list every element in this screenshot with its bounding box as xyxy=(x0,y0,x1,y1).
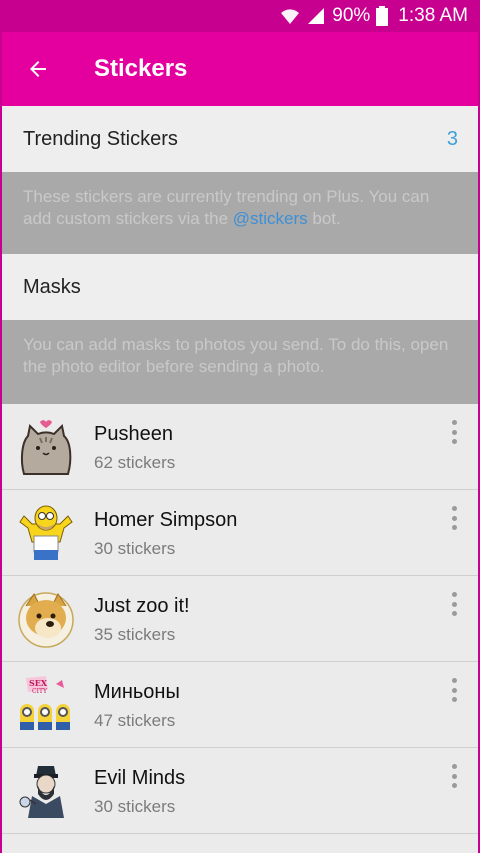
sticker-pack-row[interactable]: Homer Simpson 30 stickers xyxy=(0,490,480,576)
trending-info-tail: bot. xyxy=(307,209,341,228)
battery-icon xyxy=(376,6,389,26)
pack-count: 30 stickers xyxy=(94,796,176,816)
sticker-pack-row[interactable]: Just zoo it! 35 stickers xyxy=(0,576,480,662)
wifi-icon xyxy=(281,9,300,24)
clock: 1:38 AM xyxy=(398,5,468,26)
pack-count: 30 stickers xyxy=(94,538,176,558)
battery-percent: 90% xyxy=(332,5,371,26)
pusheen-cat-icon xyxy=(16,416,76,478)
list-item-partial xyxy=(0,834,480,853)
stickers-bot-link[interactable]: @stickers xyxy=(233,209,308,228)
masks-row[interactable]: Masks xyxy=(0,254,480,320)
sticker-pack-row[interactable]: SEX CITY Миньоны 47 stickers xyxy=(0,662,480,748)
signal-icon xyxy=(308,8,325,24)
pack-name: Homer Simpson xyxy=(94,508,238,531)
masks-info-body: You can add masks to photos you send. To… xyxy=(23,335,449,376)
pack-name: Evil Minds xyxy=(94,766,186,789)
trending-info-text: These stickers are currently trending on… xyxy=(0,172,480,254)
pack-name: Pusheen xyxy=(94,422,173,445)
app-bar: Stickers xyxy=(0,32,480,106)
trending-count-badge: 3 xyxy=(446,127,458,150)
sticker-pack-row[interactable]: Pusheen 62 stickers xyxy=(0,404,480,490)
homer-simpson-icon xyxy=(16,502,76,564)
page-title: Stickers xyxy=(94,55,188,82)
minions-icon: SEX CITY xyxy=(16,674,76,736)
masks-label: Masks xyxy=(23,275,81,298)
trending-info-body: These stickers are currently trending on… xyxy=(23,187,430,228)
svg-text:CITY: CITY xyxy=(32,688,48,695)
pack-count: 62 stickers xyxy=(94,452,176,472)
more-options-icon[interactable] xyxy=(450,420,458,444)
pack-name: Just zoo it! xyxy=(94,594,190,617)
arrow-left-icon xyxy=(30,61,46,77)
evil-minds-icon xyxy=(16,760,76,822)
pack-name: Миньоны xyxy=(94,680,180,703)
back-button[interactable] xyxy=(22,53,54,85)
pack-count: 47 stickers xyxy=(94,710,176,730)
pack-count: 35 stickers xyxy=(94,624,176,644)
more-options-icon[interactable] xyxy=(450,506,458,530)
sticker-pack-row[interactable]: Evil Minds 30 stickers xyxy=(0,748,480,834)
trending-stickers-row[interactable]: Trending Stickers 3 xyxy=(0,106,480,172)
more-options-icon[interactable] xyxy=(450,592,458,616)
masks-info-text: You can add masks to photos you send. To… xyxy=(0,320,480,404)
trending-stickers-label: Trending Stickers xyxy=(23,127,178,150)
more-options-icon[interactable] xyxy=(450,678,458,702)
more-options-icon[interactable] xyxy=(450,764,458,788)
svg-text:SEX: SEX xyxy=(29,678,48,688)
status-bar: 90% 1:38 AM xyxy=(0,0,480,32)
doge-icon xyxy=(16,588,76,650)
